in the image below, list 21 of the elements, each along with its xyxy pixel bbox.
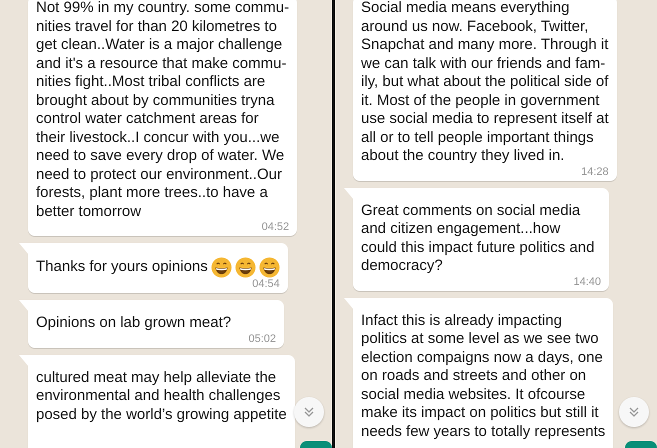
message-text: Infact this is already impacting politics at some level as we see two election compaigns now a days, one on roads and streets and other on social media websites. It ofcourse make its impact on politics but still it needs few years to totally represents [361, 312, 606, 441]
double-chevron-down-icon [628, 406, 640, 418]
message-text: Not 99% in my country. some commu- nities travel for than 20 kilometres to get clean..Water is a major challenge and it's a resource that make commu- nities fight..Most tribal conflicts are brought about by communities tryna control water catchment areas for their livestock..I concur with you...we need to save every drop of water. We need to protect our environment..Our forests, plant more trees..to have a better tomorrow [36, 0, 290, 221]
emoji-icon [258, 257, 280, 278]
message-time: 14:40 [573, 276, 601, 288]
message-text: Social media means everything around us now. Facebook, Twitter, Snapchat and many more. Through it we can talk with our friends and fam- ily, but what about the political side of it. Most of the people in government use social media to represent itself at all or to tell people important things about the country they lived in. [361, 0, 609, 166]
emoji-icon [234, 257, 256, 278]
message-text: Opinions on lab grown meat? [36, 314, 232, 332]
message-text: Thanks for yours opinions [36, 258, 208, 277]
message-time: 05:02 [248, 332, 276, 344]
double-chevron-down-icon [303, 406, 315, 418]
message-text: Great comments on social media and citizen engagement...how could this impact future politics and democracy? [361, 202, 594, 276]
message-time: 14:28 [581, 166, 609, 178]
message-time: 04:54 [252, 278, 280, 290]
message-time: 04:52 [262, 221, 290, 233]
scroll-down-button[interactable] [619, 397, 649, 427]
emoji-icon [210, 257, 232, 278]
action-button[interactable] [300, 441, 332, 448]
action-button[interactable] [625, 441, 657, 448]
scroll-down-button[interactable] [294, 397, 324, 427]
message-text: cultured meat may help alleviate the environmental and health challenges posed by the world’s growing appetite [36, 368, 287, 424]
